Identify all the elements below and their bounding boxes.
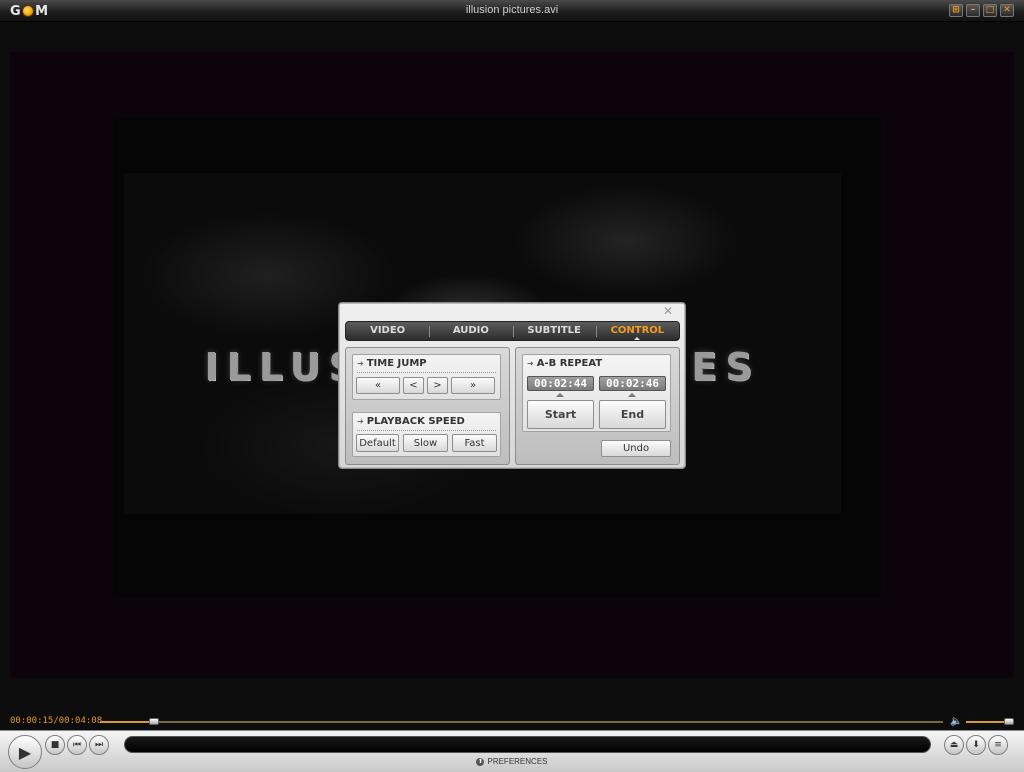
time-jump-heading: ➜ TIME JUMP (357, 358, 427, 369)
info-display-strip (124, 736, 931, 753)
menu-button[interactable]: ≡ (988, 735, 1008, 755)
next-button[interactable]: ⏭ (89, 735, 109, 755)
skip-next-icon: ⏭ (94, 740, 104, 750)
arrow-right-icon: ➜ (527, 359, 534, 368)
time-jump-box: ➜ TIME JUMP « < > » (352, 354, 501, 400)
preferences-link[interactable]: ⬆ PREFERENCES (0, 757, 1024, 766)
seek-progress-fill (100, 721, 154, 723)
minimize-icon[interactable]: – (966, 4, 980, 17)
repeat-end-time: 00:02:46 (599, 376, 666, 391)
panel-close-icon[interactable]: ✕ (663, 304, 673, 318)
repeat-start-time: 00:02:44 (527, 376, 594, 391)
speed-slow-button[interactable]: Slow (403, 434, 448, 452)
arrow-right-icon: ➜ (357, 359, 364, 368)
repeat-start-button[interactable]: Start (527, 400, 594, 429)
stop-icon: ■ (50, 740, 60, 750)
rewind-far-button[interactable]: « (356, 377, 400, 394)
rewind-button[interactable]: < (403, 377, 424, 394)
seek-bar[interactable] (100, 718, 943, 725)
volume-thumb[interactable] (1003, 718, 1014, 725)
previous-button[interactable]: ⏮ (67, 735, 87, 755)
playback-speed-title: PLAYBACK SPEED (366, 416, 465, 427)
timecode: 00:00:15/00:04:08 (10, 716, 103, 726)
forward-far-button[interactable]: » (451, 377, 495, 394)
skip-previous-icon: ⏮ (72, 740, 82, 750)
ab-repeat-box: ➜ A-B REPEAT 00:02:44 00:02:46 Start End (522, 354, 671, 432)
left-column: ➜ TIME JUMP « < > » ➜ PLAYBACK SPEED Def… (345, 347, 510, 465)
fullscreen-icon[interactable]: ⊞ (949, 4, 963, 17)
stop-button[interactable]: ■ (45, 735, 65, 755)
window-controls: ⊞ – □ ✕ (949, 4, 1014, 17)
control-bar: ▶ ■ ⏮ ⏭ ⏏ ⬇ ≡ ⬆ PREFERENCES (0, 730, 1024, 772)
caret-up-icon (628, 393, 636, 397)
preferences-label: PREFERENCES (487, 757, 548, 766)
window-title: illusion pictures.avi (465, 4, 559, 16)
tab-subtitle[interactable]: SUBTITLE (512, 322, 596, 340)
right-column: ➜ A-B REPEAT 00:02:44 00:02:46 Start End… (515, 347, 680, 465)
close-icon[interactable]: ✕ (1000, 4, 1014, 17)
playback-speed-box: ➜ PLAYBACK SPEED Default Slow Fast (352, 412, 501, 457)
preferences-icon: ⬆ (476, 757, 485, 766)
speed-fast-button[interactable]: Fast (452, 434, 497, 452)
tab-video[interactable]: VIDEO (346, 322, 429, 340)
repeat-undo-button[interactable]: Undo (601, 440, 671, 457)
volume-fill (966, 721, 1009, 723)
eject-icon: ⏏ (949, 740, 959, 750)
tab-audio[interactable]: AUDIO (429, 322, 512, 340)
speed-default-button[interactable]: Default (356, 434, 399, 452)
panel-tabs: VIDEO AUDIO SUBTITLE CONTROL (345, 321, 680, 341)
control-panel-dialog: ✕ VIDEO AUDIO SUBTITLE CONTROL ➜ TIME JU… (338, 302, 686, 469)
volume-slider[interactable] (966, 718, 1014, 725)
maximize-icon[interactable]: □ (983, 4, 997, 17)
seek-thumb[interactable] (148, 718, 159, 725)
time-jump-title: TIME JUMP (366, 358, 427, 369)
seek-row: 00:00:15/00:04:08 🔈 (0, 714, 1024, 730)
divider (357, 372, 496, 373)
menu-icon: ≡ (994, 740, 1002, 750)
arrow-right-icon: ➜ (357, 417, 364, 426)
forward-button[interactable]: > (427, 377, 448, 394)
download-icon: ⬇ (972, 740, 980, 750)
ab-repeat-heading: ➜ A-B REPEAT (527, 358, 602, 369)
playback-speed-heading: ➜ PLAYBACK SPEED (357, 416, 465, 427)
caret-up-icon (556, 393, 564, 397)
ab-repeat-title: A-B REPEAT (536, 358, 603, 369)
playlist-button[interactable]: ⬇ (966, 735, 986, 755)
divider (357, 430, 496, 431)
title-bar[interactable]: G M illusion pictures.avi ⊞ – □ ✕ (0, 0, 1024, 22)
repeat-end-button[interactable]: End (599, 400, 666, 429)
tab-control[interactable]: CONTROL (595, 322, 679, 340)
speaker-icon[interactable]: 🔈 (950, 716, 962, 727)
open-button[interactable]: ⏏ (944, 735, 964, 755)
